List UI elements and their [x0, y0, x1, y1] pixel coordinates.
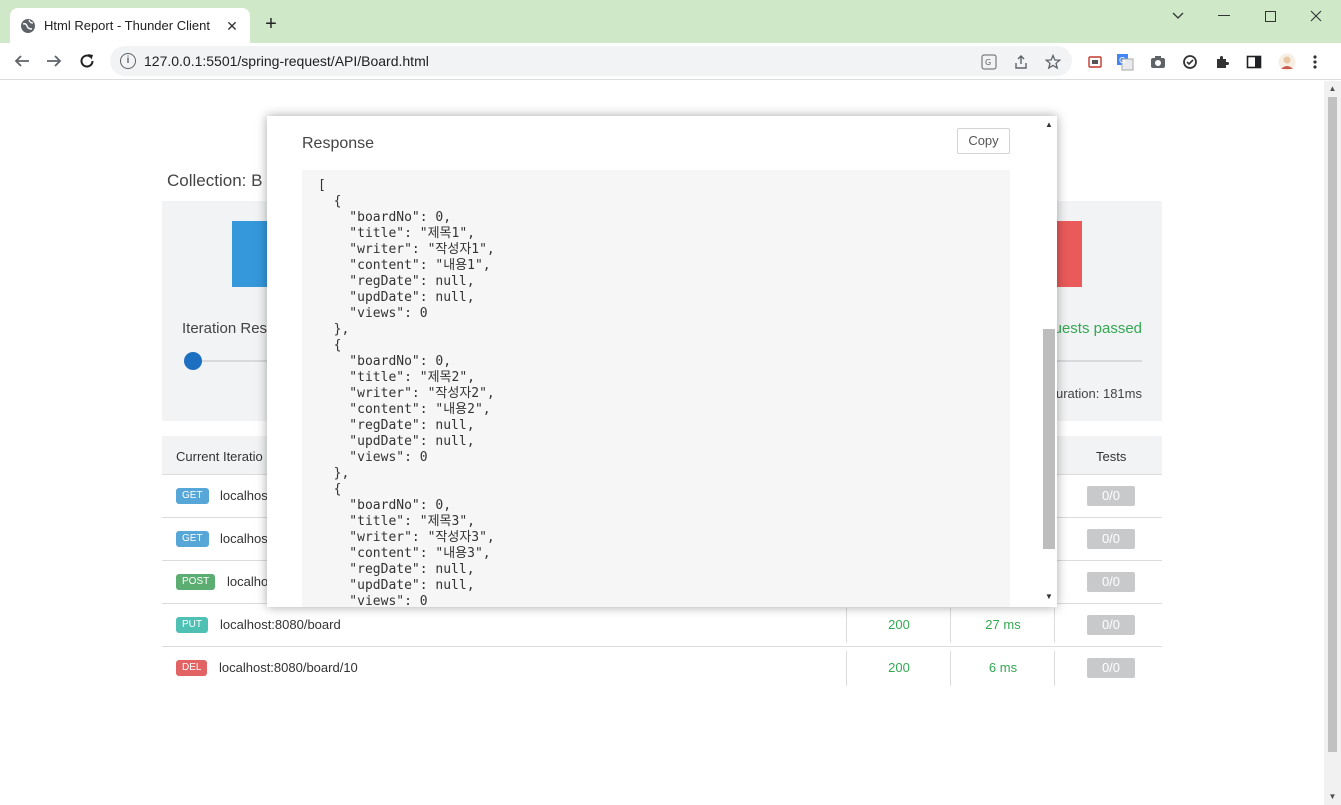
tab-strip: Html Report - Thunder Client ✕ + [0, 0, 1341, 43]
page-scrollbar[interactable]: ▲ ▼ [1324, 81, 1341, 805]
reload-icon[interactable] [75, 49, 99, 73]
total-requests-card [232, 221, 272, 287]
new-tab-icon[interactable]: + [260, 13, 282, 35]
browser-toolbar: i 127.0.0.1:5501/spring-request/API/Boar… [0, 43, 1341, 80]
tests-count: 0/0 [1087, 658, 1135, 678]
svg-text:G: G [1119, 56, 1125, 65]
modal-scroll-up-icon[interactable]: ▲ [1044, 120, 1054, 130]
extensions-puzzle-icon[interactable] [1212, 52, 1232, 72]
response-body: [ { "boardNo": 0, "title": "제목1", "write… [302, 170, 1010, 607]
requests-passed-text: uests passed [1053, 320, 1142, 337]
modal-title: Response [302, 135, 375, 152]
method-badge: POST [176, 574, 216, 590]
side-panel-icon[interactable] [1244, 52, 1264, 72]
response-time: 27 ms [985, 617, 1021, 632]
translate-icon[interactable]: G [980, 53, 998, 71]
globe-icon [20, 18, 36, 34]
iteration-slider-handle[interactable] [184, 352, 202, 370]
request-url[interactable]: localhost:8080/board/10 [219, 660, 358, 675]
method-badge: GET [176, 531, 209, 547]
iteration-results-label: Iteration Res [182, 320, 268, 337]
close-window-icon[interactable] [1293, 0, 1339, 32]
response-time: 6 ms [988, 660, 1018, 675]
status-code: 200 [888, 617, 910, 632]
bookmark-star-icon[interactable] [1044, 53, 1062, 71]
minimize-icon[interactable] [1201, 0, 1247, 32]
profile-avatar-icon[interactable] [1277, 52, 1297, 72]
address-url: 127.0.0.1:5501/spring-request/API/Board.… [144, 53, 429, 69]
request-url[interactable]: localho [227, 574, 268, 589]
header-tests: Tests [1096, 449, 1127, 464]
tab-title: Html Report - Thunder Client [44, 18, 210, 33]
svg-text:G: G [985, 58, 991, 67]
duration-text: uration: 181ms [1056, 386, 1142, 401]
camera-icon[interactable] [1148, 52, 1168, 72]
cast-extension-icon[interactable] [1085, 52, 1105, 72]
method-badge: GET [176, 488, 209, 504]
modal-scrollbar-thumb[interactable] [1043, 329, 1055, 549]
request-url[interactable]: localhos [220, 531, 268, 546]
header-current-iteration: Current Iteratio [176, 449, 263, 464]
sync-icon[interactable] [1180, 52, 1200, 72]
maximize-icon[interactable] [1247, 0, 1293, 32]
tests-count: 0/0 [1087, 486, 1135, 506]
google-translate-icon[interactable]: G [1115, 52, 1135, 72]
tests-count: 0/0 [1087, 615, 1135, 635]
table-row[interactable]: DEL localhost:8080/board/10 200 6 ms 0/0 [162, 647, 1162, 690]
menu-kebab-icon[interactable] [1305, 52, 1325, 72]
request-url[interactable]: localhost:8080/board [220, 617, 341, 632]
forward-icon[interactable] [42, 49, 66, 73]
share-icon[interactable] [1012, 53, 1030, 71]
browser-tab[interactable]: Html Report - Thunder Client ✕ [10, 8, 250, 43]
modal-scroll-down-icon[interactable]: ▼ [1044, 592, 1054, 602]
table-row[interactable]: PUT localhost:8080/board 200 27 ms 0/0 [162, 604, 1162, 647]
method-badge: PUT [176, 617, 208, 633]
response-json: [ { "boardNo": 0, "title": "제목1", "write… [318, 178, 495, 607]
method-badge: DEL [176, 660, 208, 676]
response-modal: Response Copy [ { "boardNo": 0, "title":… [267, 116, 1057, 607]
copy-button[interactable]: Copy [957, 128, 1010, 154]
site-info-icon[interactable]: i [120, 53, 136, 69]
scroll-up-arrow-icon[interactable]: ▲ [1328, 84, 1337, 94]
status-code: 200 [888, 660, 910, 675]
tab-close-icon[interactable]: ✕ [224, 18, 240, 34]
address-bar[interactable]: i 127.0.0.1:5501/spring-request/API/Boar… [110, 46, 1072, 76]
tests-count: 0/0 [1087, 529, 1135, 549]
page-scrollbar-thumb[interactable] [1328, 97, 1337, 752]
scroll-down-arrow-icon[interactable]: ▼ [1328, 792, 1337, 802]
modal-scrollbar[interactable]: ▲ ▼ [1041, 116, 1057, 607]
tests-count: 0/0 [1087, 572, 1135, 592]
tab-search-icon[interactable] [1155, 0, 1201, 32]
collection-title: Collection: B [167, 171, 263, 190]
request-url[interactable]: localhos [220, 488, 268, 503]
back-icon[interactable] [10, 49, 34, 73]
